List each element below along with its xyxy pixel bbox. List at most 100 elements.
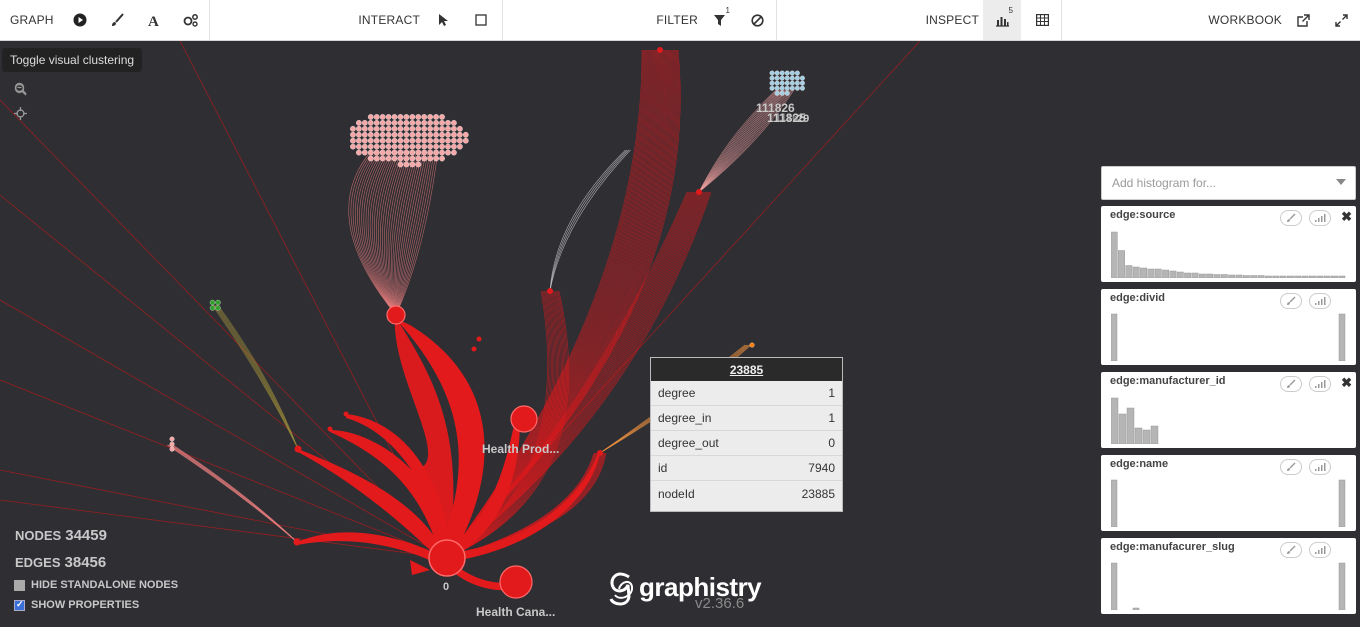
bar-chart-icon bbox=[995, 16, 1009, 27]
text-style-button[interactable]: A bbox=[135, 0, 172, 40]
cluster-node bbox=[799, 80, 805, 86]
histogram-bar bbox=[1220, 274, 1228, 278]
brush-filter-button[interactable] bbox=[1280, 293, 1302, 309]
histogram-bar bbox=[1272, 275, 1280, 278]
cluster-node bbox=[215, 305, 221, 311]
histogram-bar bbox=[1118, 250, 1125, 278]
cluster-node bbox=[350, 143, 356, 150]
cluster-node bbox=[427, 155, 434, 162]
brush-button[interactable] bbox=[99, 0, 136, 40]
data-table-button[interactable] bbox=[1023, 0, 1061, 40]
popup-value: 0 bbox=[828, 436, 835, 450]
cluster-node bbox=[451, 137, 457, 144]
histogram-card[interactable]: edge:divid bbox=[1101, 289, 1356, 365]
histogram-type-button[interactable] bbox=[1309, 210, 1331, 226]
histogram-title: edge:name bbox=[1110, 458, 1169, 470]
play-layout-button[interactable] bbox=[62, 0, 99, 40]
hide-standalone-toggle[interactable]: HIDE STANDALONE NODES bbox=[14, 579, 178, 591]
show-properties-toggle[interactable]: SHOW PROPERTIES bbox=[14, 599, 139, 611]
histogram-card[interactable]: edge:name bbox=[1101, 455, 1356, 531]
histogram-bar bbox=[1242, 275, 1250, 278]
zoom-out-button[interactable] bbox=[12, 80, 28, 96]
brush-filter-button[interactable] bbox=[1280, 459, 1302, 475]
open-workbook-button[interactable] bbox=[1284, 0, 1322, 40]
cluster-node bbox=[356, 143, 362, 150]
cluster-node bbox=[415, 137, 422, 144]
cluster-node bbox=[361, 120, 368, 126]
histogram-bar bbox=[1198, 273, 1206, 278]
popup-rows: degree 1 degree_in 1 degree_out 0 id 7940 nodeId… bbox=[651, 381, 842, 507]
cluster-node bbox=[409, 137, 416, 144]
brush-filter-button[interactable] bbox=[1280, 376, 1302, 392]
histogram-button[interactable]: 5 bbox=[983, 0, 1021, 40]
brush-filter-button[interactable] bbox=[1280, 210, 1302, 226]
cluster-node bbox=[356, 131, 362, 138]
exclude-button[interactable] bbox=[738, 0, 776, 40]
brush-filter-button[interactable] bbox=[1280, 542, 1302, 558]
histogram-bar bbox=[1134, 427, 1143, 444]
cluster-node bbox=[379, 143, 386, 150]
brush-icon bbox=[1287, 462, 1296, 471]
histogram-type-button[interactable] bbox=[1309, 459, 1331, 475]
cluster-node bbox=[769, 70, 775, 76]
fullscreen-button[interactable] bbox=[1322, 0, 1360, 40]
cluster-node bbox=[445, 137, 451, 144]
cluster-node bbox=[421, 155, 428, 162]
cluster-node bbox=[391, 143, 398, 150]
histogram-type-button[interactable] bbox=[1309, 542, 1331, 558]
histogram-bar bbox=[1126, 407, 1135, 444]
histogram-type-button[interactable] bbox=[1309, 376, 1331, 392]
popup-title[interactable]: 23885 bbox=[651, 358, 842, 381]
cluster-node bbox=[774, 90, 780, 96]
cluster-node bbox=[409, 143, 416, 150]
cluster-node bbox=[789, 70, 795, 76]
cluster-node bbox=[439, 137, 445, 144]
center-view-button[interactable] bbox=[12, 105, 28, 121]
select-box-button[interactable] bbox=[462, 0, 500, 40]
cluster-node bbox=[397, 149, 404, 156]
settings-button[interactable] bbox=[172, 0, 209, 40]
histogram-card[interactable]: edge:source ✖ bbox=[1101, 206, 1356, 282]
cluster-node bbox=[403, 114, 410, 120]
cluster-node bbox=[391, 131, 398, 138]
histogram-card[interactable]: edge:manufacurer_slug bbox=[1101, 538, 1356, 614]
popup-key: nodeId bbox=[658, 487, 695, 501]
font-icon: A bbox=[148, 14, 159, 27]
brush-icon bbox=[1287, 296, 1296, 305]
cluster-node bbox=[361, 131, 368, 138]
histogram-bar bbox=[1132, 266, 1140, 278]
chevron-down-icon bbox=[1336, 179, 1346, 185]
pointer-button[interactable] bbox=[424, 0, 462, 40]
cluster-node bbox=[367, 155, 374, 162]
cluster-node bbox=[385, 131, 392, 138]
histogram-card[interactable]: edge:manufacturer_id ✖ bbox=[1101, 372, 1356, 448]
popup-value: 7940 bbox=[808, 461, 835, 475]
cluster-node bbox=[415, 114, 422, 120]
edges-value: 38456 bbox=[64, 554, 107, 571]
close-icon[interactable]: ✖ bbox=[1341, 209, 1352, 225]
close-icon[interactable]: ✖ bbox=[1341, 375, 1352, 391]
popup-key: degree_out bbox=[658, 436, 719, 450]
node-label-29: 29 bbox=[797, 113, 810, 125]
hide-standalone-checkbox[interactable] bbox=[14, 579, 25, 591]
version-label: v2.36.6 bbox=[695, 595, 745, 612]
add-histogram-select[interactable]: Add histogram for... bbox=[1101, 166, 1356, 200]
histogram-bar bbox=[1316, 275, 1324, 278]
cluster-node bbox=[367, 143, 374, 150]
cluster-node bbox=[397, 125, 404, 132]
cluster-node bbox=[433, 155, 439, 162]
cluster-node bbox=[379, 149, 386, 156]
histogram-type-button[interactable] bbox=[1309, 293, 1331, 309]
cluster-node bbox=[789, 85, 795, 91]
histogram-bar bbox=[1191, 272, 1199, 278]
cluster-node bbox=[774, 75, 780, 81]
show-properties-checkbox[interactable] bbox=[14, 599, 25, 611]
histogram-bar bbox=[1228, 274, 1236, 278]
cluster-node bbox=[367, 131, 374, 138]
edge bbox=[446, 49, 678, 559]
node bbox=[327, 426, 333, 432]
filter-button[interactable]: 1 bbox=[700, 0, 738, 40]
histogram-bar bbox=[1264, 275, 1272, 278]
cluster-node bbox=[421, 143, 428, 150]
cluster-node bbox=[769, 80, 775, 86]
